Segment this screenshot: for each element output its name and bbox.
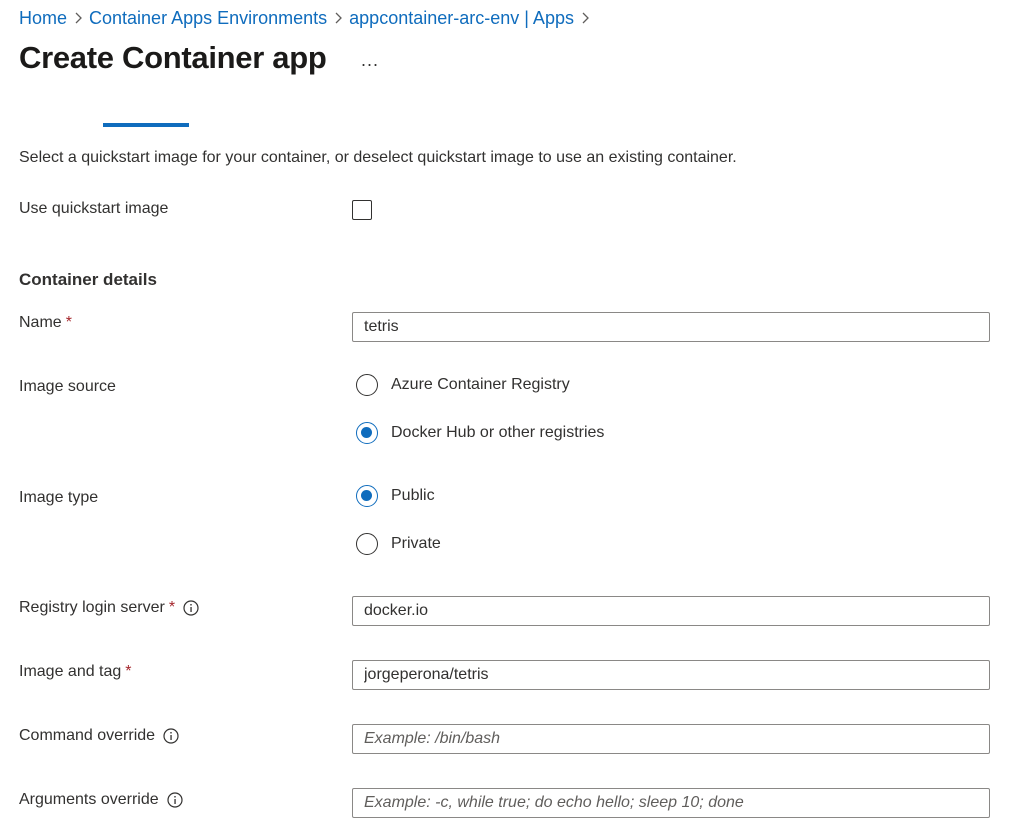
quickstart-checkbox[interactable] [352,200,372,220]
name-input[interactable] [352,312,990,342]
arguments-override-input[interactable] [352,788,990,818]
intro-text: Select a quickstart image for your conta… [19,149,737,166]
image-source-label: Image source [19,378,116,395]
radio-button[interactable] [356,485,378,507]
breadcrumb-container-apps-environments[interactable]: Container Apps Environments [89,8,327,29]
active-tab-indicator [103,123,189,127]
image-and-tag-input[interactable] [352,660,990,690]
radio-label: Azure Container Registry [391,376,570,393]
radio-docker-hub[interactable]: Docker Hub or other registries [356,422,604,444]
more-options-button[interactable]: ... [361,50,379,71]
arguments-override-label-text: Arguments override [19,791,159,808]
info-icon[interactable] [183,600,199,616]
radio-label: Docker Hub or other registries [391,424,605,441]
radio-azure-container-registry[interactable]: Azure Container Registry [356,374,570,396]
registry-login-server-label-text: Registry login server [19,599,165,616]
required-marker: * [125,663,132,680]
name-label-text: Name [19,314,62,331]
breadcrumb-home[interactable]: Home [19,8,67,29]
page-title: Create Container app [19,40,327,75]
registry-login-server-input[interactable] [352,596,990,626]
chevron-right-icon [574,9,596,27]
command-override-input[interactable] [352,724,990,754]
radio-button[interactable] [356,422,378,444]
registry-login-server-label: Registry login server * [19,599,199,617]
arguments-override-label: Arguments override [19,791,183,809]
radio-private[interactable]: Private [356,533,441,555]
command-override-label-text: Command override [19,727,156,744]
radio-label: Private [391,535,441,552]
chevron-right-icon [67,9,89,27]
radio-label: Public [391,487,435,504]
image-and-tag-label: Image and tag * [19,663,132,681]
required-marker: * [65,314,72,331]
section-title: Container details [19,270,157,289]
required-marker: * [168,599,176,616]
breadcrumb: Home Container Apps Environments appcont… [19,6,596,30]
image-type-label: Image type [19,489,99,506]
chevron-right-icon [327,9,349,27]
image-and-tag-label-text: Image and tag [19,663,122,680]
radio-public[interactable]: Public [356,485,435,507]
info-icon[interactable] [163,728,179,744]
radio-button[interactable] [356,374,378,396]
info-icon[interactable] [167,792,183,808]
quickstart-label: Use quickstart image [19,200,169,217]
name-label: Name * [19,314,72,332]
breadcrumb-apps[interactable]: appcontainer-arc-env | Apps [349,8,574,29]
command-override-label: Command override [19,727,179,745]
radio-button[interactable] [356,533,378,555]
